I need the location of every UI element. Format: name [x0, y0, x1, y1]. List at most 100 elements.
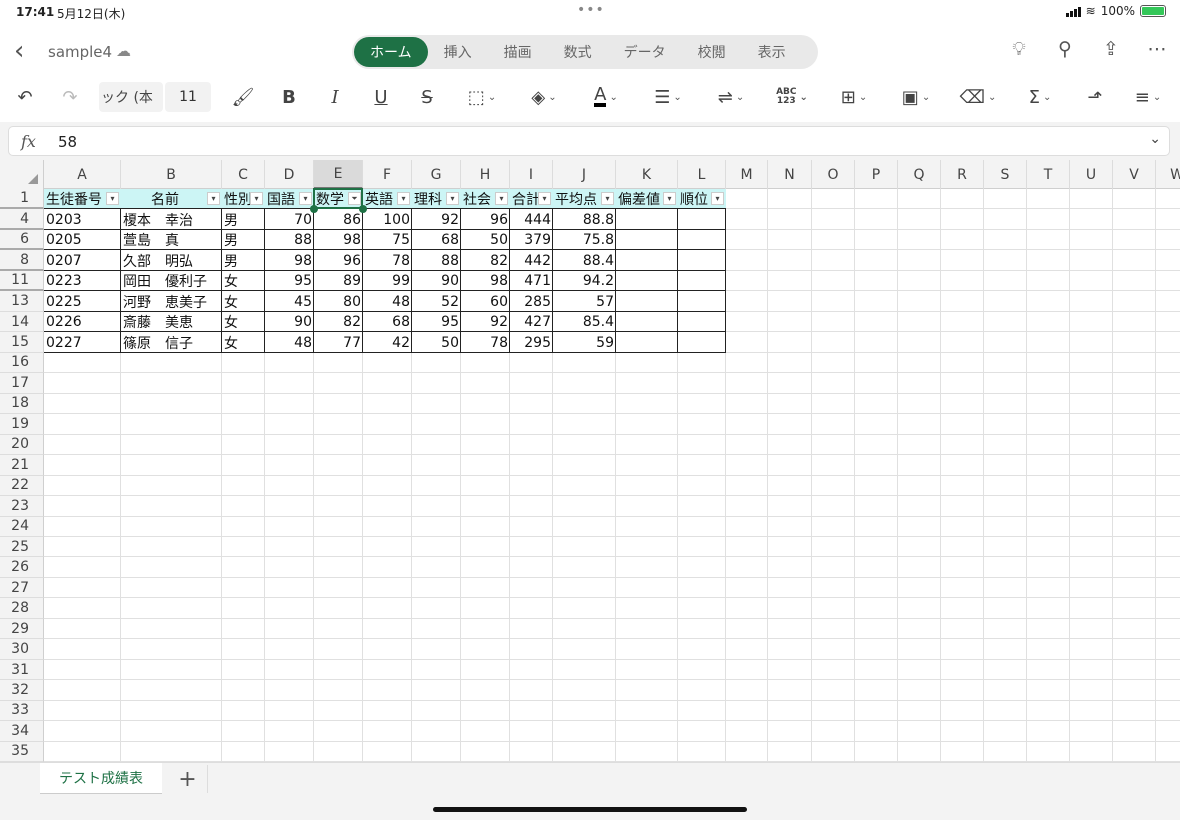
table-cell[interactable]: 94.2 — [553, 271, 616, 291]
table-cell[interactable]: 98 — [265, 250, 314, 270]
table-cell[interactable]: 78 — [363, 250, 412, 270]
table-cell[interactable]: 70 — [265, 209, 314, 229]
table-cell[interactable] — [616, 209, 678, 229]
table-cell[interactable] — [678, 230, 726, 250]
row-header-13[interactable]: 13 — [0, 291, 44, 312]
strikethrough-icon[interactable]: S — [414, 87, 440, 108]
row-header-19[interactable]: 19 — [0, 414, 44, 435]
table-cell[interactable]: 久部 明弘 — [121, 250, 222, 270]
row-header-27[interactable]: 27 — [0, 577, 44, 599]
table-cell[interactable]: 女 — [222, 312, 265, 332]
column-header-a[interactable]: A — [44, 160, 121, 189]
table-cell[interactable]: 88 — [265, 230, 314, 250]
column-header-d[interactable]: D — [265, 160, 314, 189]
table-cell[interactable]: 68 — [363, 312, 412, 332]
table-cell[interactable] — [678, 332, 726, 352]
fill-color-icon[interactable]: ◈ ⌄ — [524, 87, 564, 108]
row-header-11[interactable]: 11 — [0, 270, 44, 292]
tab-data[interactable]: データ — [608, 37, 682, 67]
multitasking-dots-icon[interactable]: ••• — [577, 2, 605, 18]
row-header-20[interactable]: 20 — [0, 434, 44, 456]
font-name-field[interactable]: ック (本 — [99, 82, 163, 112]
table-cell[interactable]: 52 — [412, 291, 461, 311]
table-cell[interactable]: 50 — [412, 332, 461, 352]
bold-icon[interactable]: B — [276, 87, 302, 108]
table-cell[interactable]: 98 — [314, 230, 363, 250]
tab-insert[interactable]: 挿入 — [428, 37, 488, 67]
row-header-16[interactable]: 16 — [0, 352, 44, 374]
table-icon[interactable]: ⊞ ⌄ — [834, 87, 874, 108]
table-cell[interactable]: 82 — [314, 312, 363, 332]
row-header-22[interactable]: 22 — [0, 475, 44, 497]
row-header-24[interactable]: 24 — [0, 516, 44, 537]
borders-icon[interactable]: ⬚ ⌄ — [462, 87, 502, 108]
table-cell[interactable]: 442 — [510, 250, 553, 270]
table-cell[interactable]: 42 — [363, 332, 412, 352]
function-icon[interactable]: fx — [21, 132, 36, 151]
tab-view[interactable]: 表示 — [742, 37, 802, 67]
filter-dropdown-icon[interactable]: ▾ — [495, 192, 508, 205]
column-header-l[interactable]: L — [678, 160, 726, 189]
filter-dropdown-icon[interactable]: ▾ — [250, 192, 263, 205]
spreadsheet-grid[interactable]: ABCDEFGHIJKLMNOPQRSTUVW 1 4 6 8 11 13 14 15 16 17… — [0, 160, 1180, 762]
share-icon[interactable]: ⇪ — [1098, 38, 1124, 60]
formula-value[interactable]: 58 — [58, 133, 77, 151]
table-cell[interactable]: 57 — [553, 291, 616, 311]
filter-dropdown-icon[interactable]: ▾ — [299, 192, 312, 205]
table-cell[interactable]: 92 — [412, 209, 461, 229]
table-cell[interactable] — [616, 291, 678, 311]
column-header-q[interactable]: Q — [898, 160, 941, 189]
table-cell[interactable]: 444 — [510, 209, 553, 229]
column-header-i[interactable]: I — [510, 160, 553, 189]
table-cell[interactable]: 75 — [363, 230, 412, 250]
column-header-k[interactable]: K — [616, 160, 678, 189]
table-cell[interactable]: 男 — [222, 250, 265, 270]
selected-cell[interactable] — [313, 188, 363, 210]
sort-filter-icon[interactable]: ≡ ⌄ — [1128, 87, 1168, 108]
column-header-p[interactable]: P — [855, 160, 898, 189]
column-header-o[interactable]: O — [812, 160, 855, 189]
table-cell[interactable]: 男 — [222, 230, 265, 250]
row-header-14[interactable]: 14 — [0, 311, 44, 333]
row-header-31[interactable]: 31 — [0, 659, 44, 681]
row-header-33[interactable]: 33 — [0, 700, 44, 722]
table-cell[interactable]: 0227 — [44, 332, 121, 352]
number-format-icon[interactable]: ABC 123 ⌄ — [772, 88, 812, 106]
table-cell[interactable]: 89 — [314, 271, 363, 291]
more-icon[interactable]: ⋯ — [1144, 38, 1170, 60]
filter-dropdown-icon[interactable]: ▾ — [663, 192, 676, 205]
wrap-text-icon[interactable]: ⇌ ⌄ — [710, 87, 752, 108]
table-cell[interactable]: 95 — [265, 271, 314, 291]
table-cell[interactable]: 78 — [461, 332, 510, 352]
tab-review[interactable]: 校閲 — [682, 37, 742, 67]
select-all-corner[interactable] — [0, 160, 44, 189]
row-header-18[interactable]: 18 — [0, 393, 44, 415]
row-header-21[interactable]: 21 — [0, 455, 44, 476]
table-cell[interactable]: 90 — [265, 312, 314, 332]
row-header-26[interactable]: 26 — [0, 557, 44, 578]
column-header-m[interactable]: M — [726, 160, 768, 189]
table-cell[interactable]: 0225 — [44, 291, 121, 311]
table-cell[interactable]: 471 — [510, 271, 553, 291]
filter-dropdown-icon[interactable]: ▾ — [397, 192, 410, 205]
formula-bar[interactable]: fx 58 ⌄ — [8, 126, 1170, 156]
table-cell[interactable]: 88.4 — [553, 250, 616, 270]
table-cell[interactable] — [678, 312, 726, 332]
table-cell[interactable]: 100 — [363, 209, 412, 229]
table-cell[interactable]: 59 — [553, 332, 616, 352]
table-cell[interactable]: 95 — [412, 312, 461, 332]
redo-icon[interactable]: ↷ — [57, 87, 83, 108]
table-cell[interactable]: 75.8 — [553, 230, 616, 250]
column-header-h[interactable]: H — [461, 160, 510, 189]
table-cell[interactable]: 96 — [314, 250, 363, 270]
table-cell[interactable]: 河野 恵美子 — [121, 291, 222, 311]
table-cell[interactable] — [616, 250, 678, 270]
row-header-8[interactable]: 8 — [0, 250, 44, 271]
table-cell[interactable]: 50 — [461, 230, 510, 250]
table-cell[interactable]: 99 — [363, 271, 412, 291]
filter-dropdown-icon[interactable]: ▾ — [207, 192, 220, 205]
row-header-17[interactable]: 17 — [0, 373, 44, 394]
table-cell[interactable]: 96 — [461, 209, 510, 229]
search-icon[interactable]: ⚲ — [1052, 38, 1078, 60]
row-header-4[interactable]: 4 — [0, 209, 44, 230]
